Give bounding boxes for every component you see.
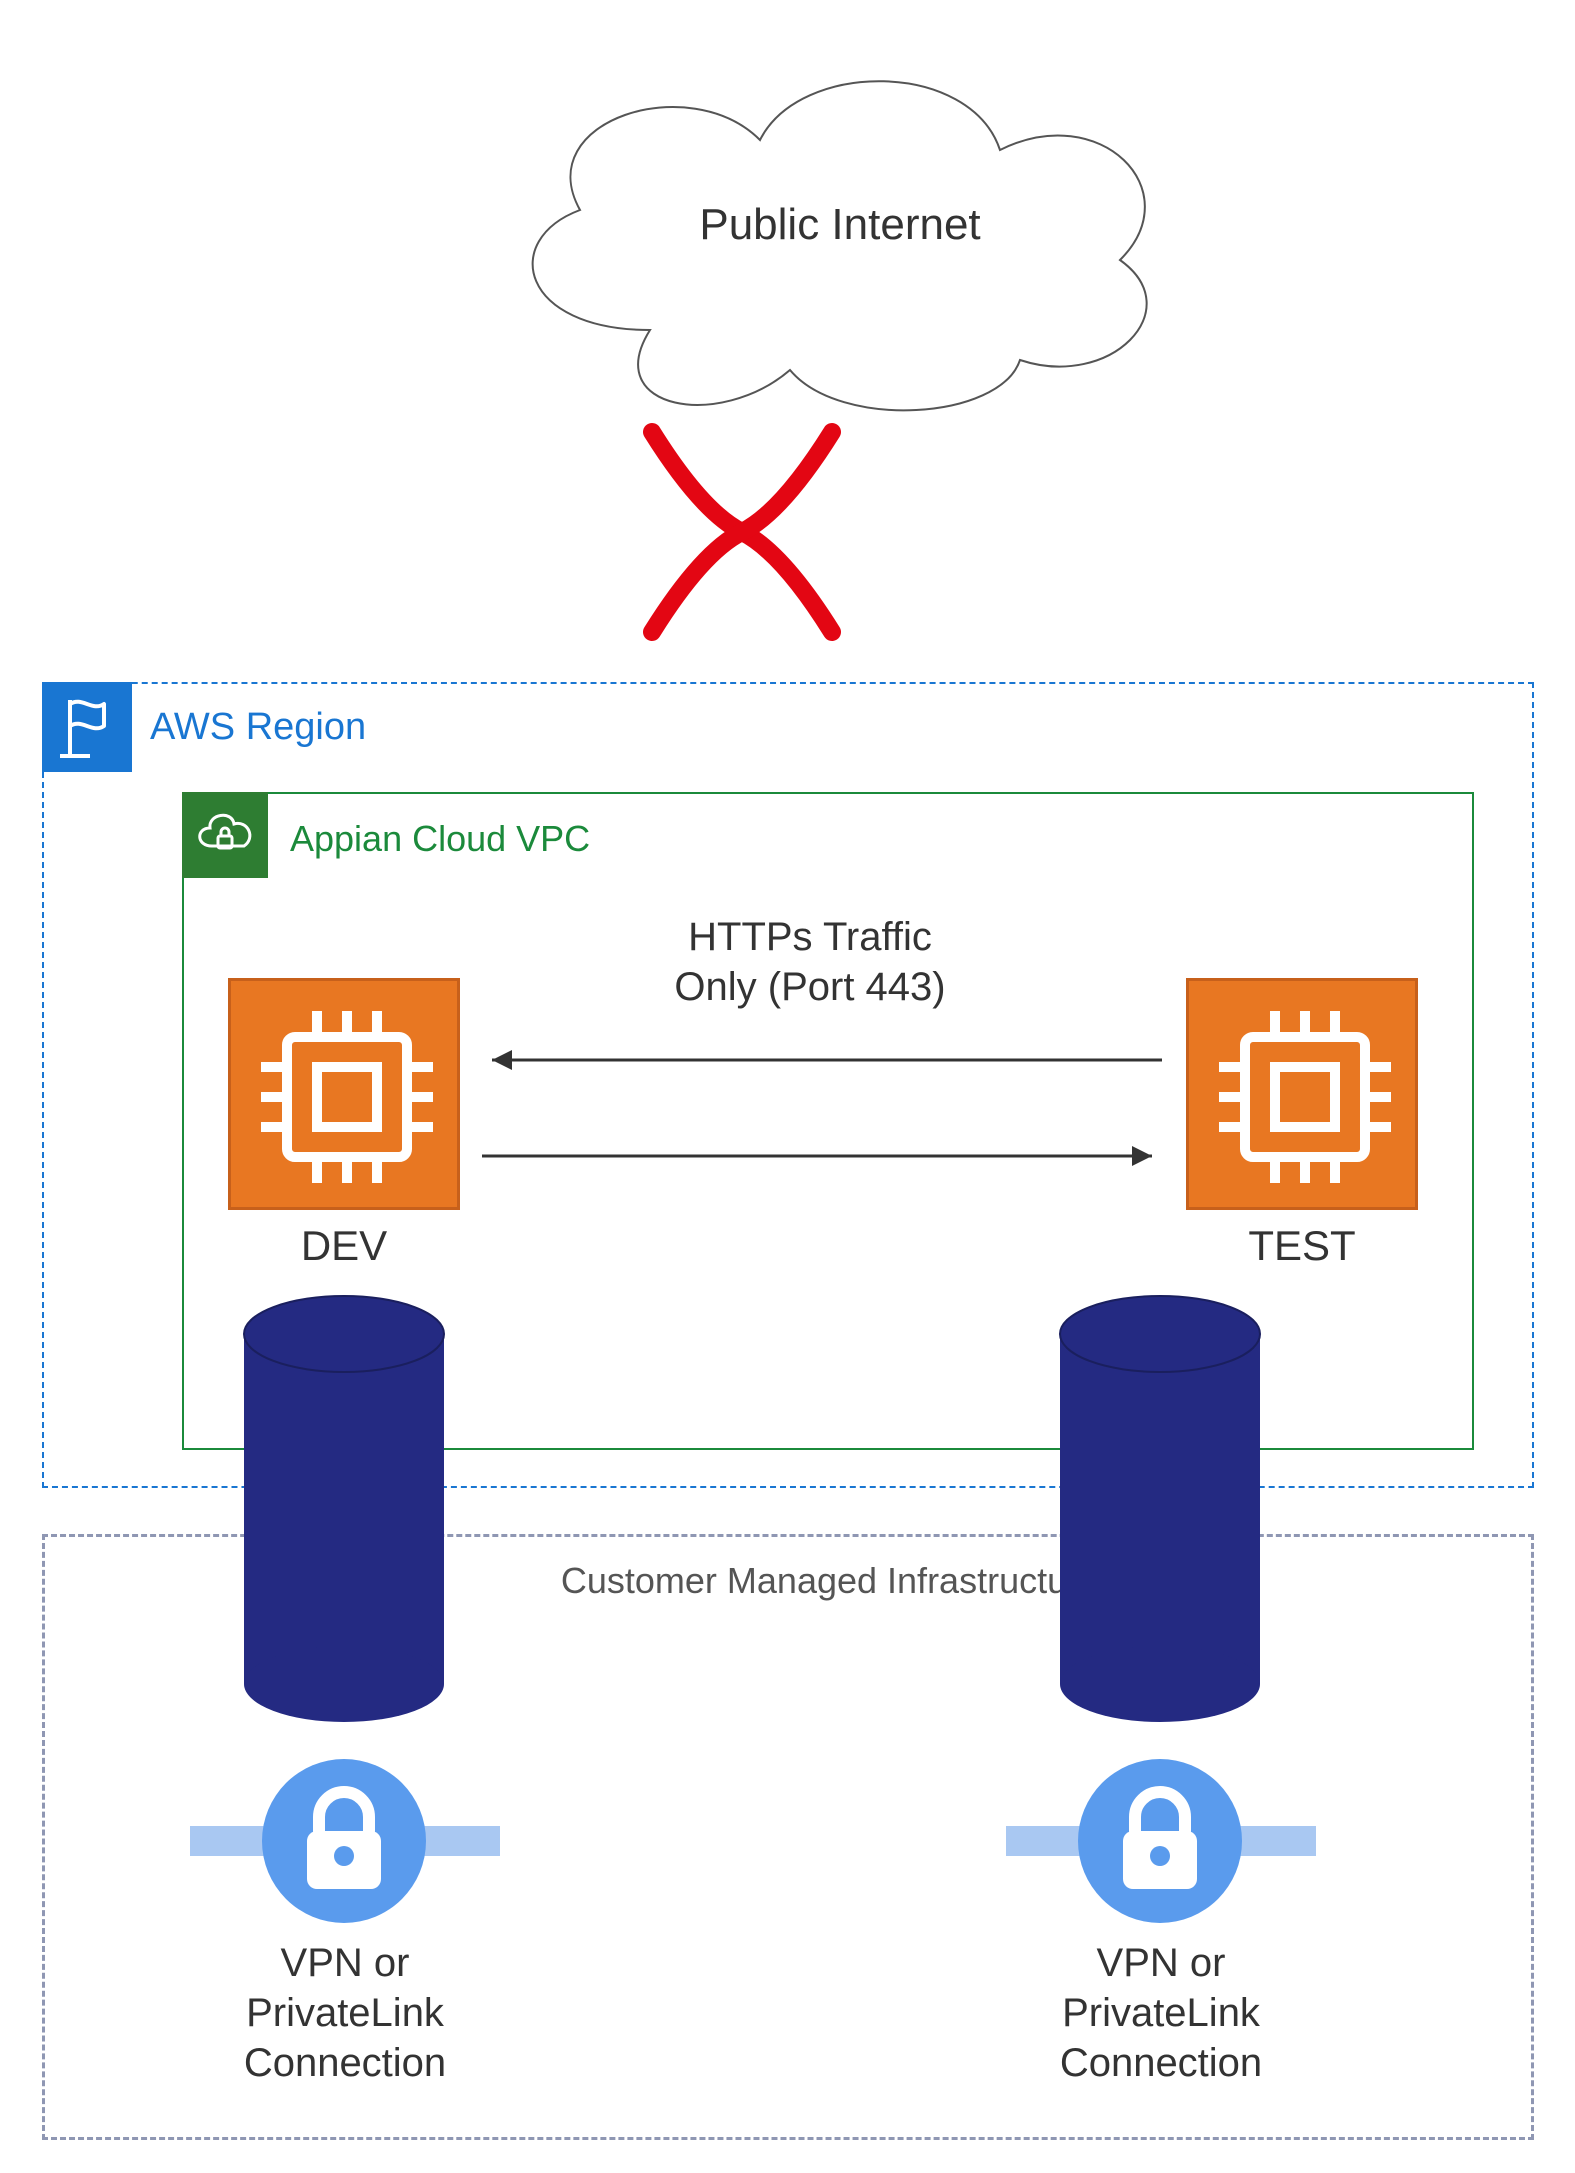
- conn-left-label: VPN or PrivateLink Connection: [190, 1938, 500, 2088]
- test-instance: [1186, 978, 1418, 1210]
- dev-label: DEV: [228, 1222, 460, 1270]
- traffic-label: HTTPs Traffic Only (Port 443): [540, 912, 1080, 1012]
- test-label: TEST: [1186, 1222, 1418, 1270]
- arrow-left: [462, 1040, 1182, 1080]
- lock-left-icon: [259, 1756, 429, 1926]
- dev-instance: [228, 978, 460, 1210]
- cylinder-left-icon: [234, 1294, 454, 1724]
- customer-label: Customer Managed Infrastructure: [520, 1560, 1140, 1602]
- vpc-label: Appian Cloud VPC: [290, 818, 690, 860]
- cloud-label: Public Internet: [640, 200, 1040, 250]
- chip-icon: [231, 981, 463, 1213]
- vpc-badge: [182, 792, 268, 878]
- arrow-right: [462, 1136, 1182, 1176]
- flag-icon: [42, 682, 132, 772]
- blocked-x-icon: [622, 412, 862, 652]
- aws-region-badge: [42, 682, 132, 772]
- aws-region-label: AWS Region: [150, 706, 450, 749]
- chip-icon: [1189, 981, 1421, 1213]
- lock-right-icon: [1075, 1756, 1245, 1926]
- conn-right-label: VPN or PrivateLink Connection: [1006, 1938, 1316, 2088]
- traffic-line1: HTTPs Traffic: [688, 915, 932, 959]
- cloud-lock-icon: [182, 792, 268, 878]
- cylinder-right-icon: [1050, 1294, 1270, 1724]
- traffic-line2: Only (Port 443): [674, 965, 945, 1009]
